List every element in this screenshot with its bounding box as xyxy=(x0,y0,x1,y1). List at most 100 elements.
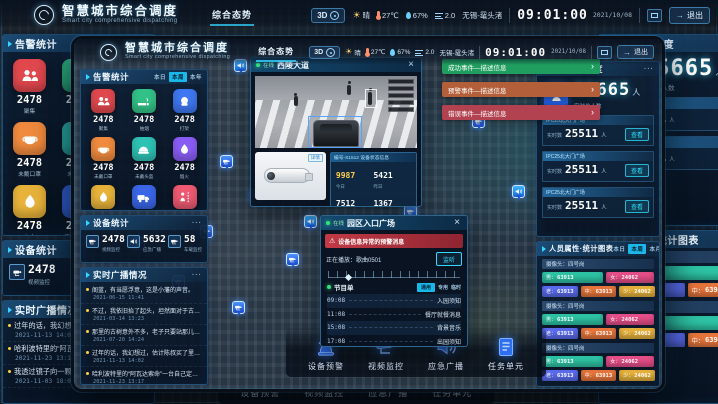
playlist-tab[interactable]: 专用 xyxy=(438,284,448,291)
broadcast-item[interactable]: 不过，我依旧抬了起头，坦然面对于古不合的问题？2021-03-14 13:23 xyxy=(81,304,207,325)
tab-week[interactable]: 本周 xyxy=(169,72,187,82)
floating-dashboard-window[interactable]: 智慧城市综合调度 Smart city comprehensive dispat… xyxy=(71,36,665,392)
close-icon[interactable]: × xyxy=(452,218,462,228)
dock-item-task-unit[interactable]: 任务单元 xyxy=(488,335,524,372)
alarm-tile[interactable]: 2478火灾 xyxy=(83,185,124,211)
attr-pill[interactable]: 女24062 xyxy=(606,314,654,325)
period-tabs: 本日本周本月 xyxy=(613,244,660,254)
nav-tab-overview[interactable]: 综合态势 xyxy=(210,5,254,26)
fullscreen-button[interactable] xyxy=(597,46,612,59)
attr-pill[interactable]: 中63913 xyxy=(581,370,617,381)
alarm-tile[interactable]: 2478打架 xyxy=(164,89,205,132)
schedule-row[interactable]: 15:08背景音乐 xyxy=(327,321,461,335)
attr-pill[interactable]: 少24062 xyxy=(619,370,655,381)
location-label: 无锡-鼋头渚 xyxy=(439,47,474,57)
attr-pill[interactable]: 中63913 xyxy=(581,286,617,297)
droplet-icon xyxy=(406,12,411,19)
device-stat[interactable]: 2478视频监控 xyxy=(9,264,56,286)
alarm-tile[interactable]: 2478渣土车识别 xyxy=(124,185,165,211)
title-arrow-icon xyxy=(8,247,12,253)
attr-pill[interactable]: 中63913 xyxy=(688,283,718,297)
playlist-tab[interactable]: 通用 xyxy=(417,283,435,292)
broadcast-item[interactable]: 过年的话，我幻想过，估计陈叔买了里面个大容量模块…2021-11-13 14:0… xyxy=(81,346,207,367)
schedule-row[interactable]: 11:08餐厅就餐消息 xyxy=(327,308,461,322)
attr-pill[interactable]: 男63913 xyxy=(542,314,603,325)
wind-icon xyxy=(415,50,423,56)
exit-button[interactable]: →退出 xyxy=(617,45,654,59)
schedule-row[interactable]: 17:08出园须知 xyxy=(327,335,461,348)
app-subtitle: Smart city comprehensive dispatching xyxy=(125,55,230,61)
flame-icon xyxy=(173,137,197,161)
more-button[interactable]: ··· xyxy=(192,220,202,227)
mode-3d-toggle[interactable]: 3D xyxy=(311,8,345,23)
tab-day[interactable]: 本日 xyxy=(154,73,166,81)
tab-week[interactable]: 本周 xyxy=(628,244,646,254)
tab-month[interactable]: 本月 xyxy=(649,245,660,253)
mode-3d-toggle[interactable]: 3D xyxy=(309,46,340,59)
attr-pill[interactable]: 老63913 xyxy=(542,328,578,339)
alarm-tile[interactable]: 2478聚集 xyxy=(5,59,54,115)
attr-pill[interactable]: 少24062 xyxy=(619,286,655,297)
device-stat[interactable]: 2478视频监控 xyxy=(86,235,125,253)
tab-day[interactable]: 本日 xyxy=(613,245,625,253)
camera-map-marker[interactable] xyxy=(286,253,299,266)
attr-pill[interactable]: 少24062 xyxy=(619,328,655,339)
alarm-tile[interactable]: 2478抽烟 xyxy=(124,89,165,132)
listen-button[interactable]: 监听 xyxy=(436,252,462,266)
more-button[interactable]: ··· xyxy=(644,66,654,73)
exit-button[interactable]: →退出 xyxy=(669,7,710,24)
alarm-tile[interactable]: 2478未戴头盔 xyxy=(124,137,165,180)
alarm-tile[interactable]: 2478火灾 xyxy=(5,185,54,236)
toast-error[interactable]: 错误事件—描述信息 xyxy=(442,105,600,120)
nav-tab-overview[interactable]: 综合态势 xyxy=(256,43,296,62)
alarm-tile[interactable]: 2478烟火 xyxy=(164,137,205,180)
title-arrow-icon xyxy=(86,74,90,80)
broadcast-panel: 实时广播情况··· 阁蓝，有当愿浮意，这是小藩的声音。2021-06-15 11… xyxy=(80,267,208,385)
alarm-tile[interactable]: 2478未戴口罩 xyxy=(83,137,124,180)
view-button[interactable]: 查看 xyxy=(625,128,649,141)
people-icon xyxy=(91,89,115,113)
device-stat[interactable]: 58车载监控 xyxy=(168,235,202,253)
attr-pill[interactable]: 老63913 xyxy=(542,370,578,381)
alarm-tile[interactable]: 2478人员越界识别 xyxy=(164,185,205,211)
camera-map-marker[interactable] xyxy=(232,301,245,314)
camera-map-marker[interactable] xyxy=(220,155,233,168)
view-button[interactable]: 查看 xyxy=(625,164,649,177)
camera-video-feed[interactable] xyxy=(255,76,417,148)
attr-pill[interactable]: 女24062 xyxy=(606,356,654,367)
thermometer-icon xyxy=(366,48,369,56)
playlist-tab[interactable]: 临时 xyxy=(451,284,461,291)
clock-block: 09:01:00 2021/10/08 xyxy=(509,8,640,23)
view-button[interactable]: 查看 xyxy=(625,200,649,213)
attr-pill[interactable]: 中63913 xyxy=(581,328,617,339)
attr-pill[interactable]: 男63913 xyxy=(542,272,603,283)
broadcast-item[interactable]: 阁蓝，有当愿浮意，这是小藩的声音。2021-06-15 11:41 xyxy=(81,283,207,304)
exit-icon: → xyxy=(676,11,684,20)
alarm-tile[interactable]: 2478聚集 xyxy=(83,89,124,132)
attr-pill[interactable]: 中63913 xyxy=(688,333,718,347)
device-stat[interactable]: 5632应急广播 xyxy=(127,235,166,253)
broadcast-item[interactable]: 哈利波特里的“阿瓦达索命”一台自己定形的坐骑，型于…2021-11-23 13:… xyxy=(81,367,207,385)
title-arrow-icon xyxy=(542,246,546,252)
detail-badge[interactable]: 详情 xyxy=(308,154,323,162)
schedule-row[interactable]: 09:08入园须知 xyxy=(327,294,461,308)
broadcast-item[interactable]: 那里的古树意外不多，老子只要站那儿一站，一股仙气…2021-07-20 14:2… xyxy=(81,325,207,346)
attr-pill[interactable]: 女24062 xyxy=(606,272,654,283)
more-button[interactable]: ··· xyxy=(192,272,202,279)
speaker-map-marker[interactable] xyxy=(512,185,525,198)
broadcast-popup-header[interactable]: 在线 园区入口广场 × xyxy=(321,216,467,230)
tab-year[interactable]: 本年 xyxy=(190,73,202,81)
attr-pill[interactable]: 男63913 xyxy=(542,356,603,367)
toast-warning[interactable]: 预警事件—描述信息 xyxy=(442,82,600,97)
playback-scrubber[interactable] xyxy=(328,271,460,278)
speaker-map-marker[interactable] xyxy=(304,215,317,228)
alarm-tile[interactable]: 2478未戴口罩 xyxy=(5,122,54,178)
fullscreen-button[interactable] xyxy=(647,9,662,22)
playlist-header: 节目单 通用 专用 临时 xyxy=(327,282,461,292)
attr-group: 摄像头：四号岗 男63913女24062 老63913中63913少24062 xyxy=(542,343,654,381)
attr-pill[interactable]: 老63913 xyxy=(542,286,578,297)
sun-icon: ☀ xyxy=(352,11,360,20)
device-stat: 5421昨日 xyxy=(373,165,411,190)
alert-banner[interactable]: ⚠ 设备信息异常的预警消息 xyxy=(325,234,463,248)
online-status-dot xyxy=(326,221,330,225)
